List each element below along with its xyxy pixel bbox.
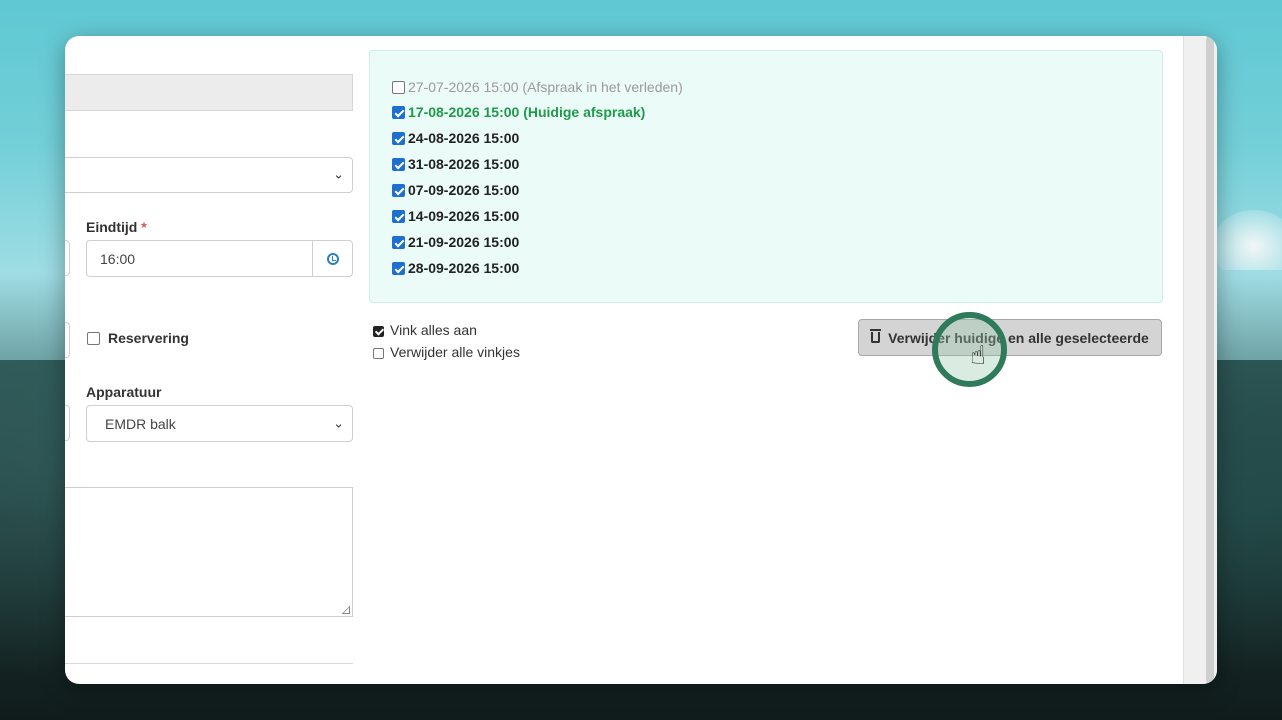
chevron-down-icon: ⌄: [333, 416, 344, 431]
equipment-label: Apparatuur: [86, 384, 162, 400]
trash-icon: [870, 329, 882, 343]
readonly-field: [65, 74, 353, 111]
reservation-label: Reservering: [108, 330, 189, 346]
appointment-checkbox[interactable]: [392, 184, 405, 197]
deselect-all-label: Verwijder alle vinkjes: [390, 344, 520, 360]
clock-icon: [326, 252, 339, 265]
resize-handle-icon[interactable]: [342, 606, 350, 614]
appointment-dates-panel: 27-07-2026 15:00 (Afspraak in het verled…: [369, 50, 1163, 303]
type-select[interactable]: ⌄: [65, 157, 353, 193]
select-all-checkbox[interactable]: [373, 326, 384, 337]
appointment-item-4[interactable]: 31-08-2026 15:00: [392, 156, 519, 172]
end-time-label: Eindtijd *: [86, 219, 147, 235]
left-select-edge[interactable]: [65, 405, 70, 441]
deselect-all-checkbox[interactable]: [373, 348, 384, 359]
appointment-checkbox[interactable]: [392, 81, 405, 94]
chevron-down-icon: ⌄: [333, 167, 344, 183]
appointment-label: 21-09-2026 15:00: [408, 234, 520, 250]
reservation-checkbox-row[interactable]: Reservering: [87, 330, 189, 346]
appointment-checkbox[interactable]: [392, 158, 405, 171]
appointment-label: 28-09-2026 15:00: [408, 260, 520, 276]
equipment-value: EMDR balk: [105, 416, 176, 432]
left-field-edge[interactable]: [65, 322, 70, 358]
delete-selected-button[interactable]: Verwijder huidige en alle geselecteerde: [858, 319, 1162, 356]
appointment-checkbox[interactable]: [392, 132, 405, 145]
appointment-checkbox[interactable]: [392, 210, 405, 223]
background-cloud: [1212, 210, 1282, 270]
appointment-item-1[interactable]: 27-07-2026 15:00 (Afspraak in het verled…: [392, 79, 683, 95]
end-time-input[interactable]: 16:00: [86, 240, 353, 277]
appointment-label: 31-08-2026 15:00: [408, 156, 520, 172]
start-time-input-edge[interactable]: [65, 240, 70, 276]
end-time-value: 16:00: [100, 251, 136, 267]
scrollbar-thumb[interactable]: [1206, 36, 1214, 684]
select-all-label: Vink alles aan: [390, 322, 477, 338]
notes-textarea[interactable]: [65, 487, 353, 617]
appointment-item-8[interactable]: 28-09-2026 15:00: [392, 260, 519, 276]
appointment-item-5[interactable]: 07-09-2026 15:00: [392, 182, 519, 198]
appointment-item-7[interactable]: 21-09-2026 15:00: [392, 234, 519, 250]
appointment-label: 07-09-2026 15:00: [408, 182, 520, 198]
appointment-checkbox[interactable]: [392, 106, 405, 119]
appointment-label: 27-07-2026 15:00 (Afspraak in het verled…: [408, 79, 683, 95]
appointment-item-6[interactable]: 14-09-2026 15:00: [392, 208, 519, 224]
required-mark: *: [141, 219, 147, 235]
select-all-option[interactable]: Vink alles aan: [373, 322, 477, 338]
appointment-item-2[interactable]: 17-08-2026 15:00 (Huidige afspraak): [392, 104, 645, 120]
end-time-label-text: Eindtijd: [86, 219, 138, 235]
hand-pointer-icon: ☝: [970, 341, 986, 371]
appointment-label: 17-08-2026 15:00 (Huidige afspraak): [408, 104, 646, 120]
appointment-checkbox[interactable]: [392, 236, 405, 249]
divider: [65, 663, 353, 664]
appointment-dialog: ⌄ Eindtijd * 16:00 Reservering Apparatuu…: [65, 36, 1217, 684]
appointment-item-3[interactable]: 24-08-2026 15:00: [392, 130, 519, 146]
reservation-checkbox[interactable]: [87, 332, 100, 345]
delete-button-label: Verwijder huidige en alle geselecteerde: [888, 329, 1149, 346]
time-picker-button[interactable]: [312, 241, 352, 276]
appointment-label: 24-08-2026 15:00: [408, 130, 520, 146]
appointment-label: 14-09-2026 15:00: [408, 208, 520, 224]
scrollbar[interactable]: [1183, 36, 1217, 684]
appointment-checkbox[interactable]: [392, 262, 405, 275]
equipment-select[interactable]: EMDR balk ⌄: [86, 405, 353, 442]
deselect-all-option[interactable]: Verwijder alle vinkjes: [373, 344, 520, 360]
